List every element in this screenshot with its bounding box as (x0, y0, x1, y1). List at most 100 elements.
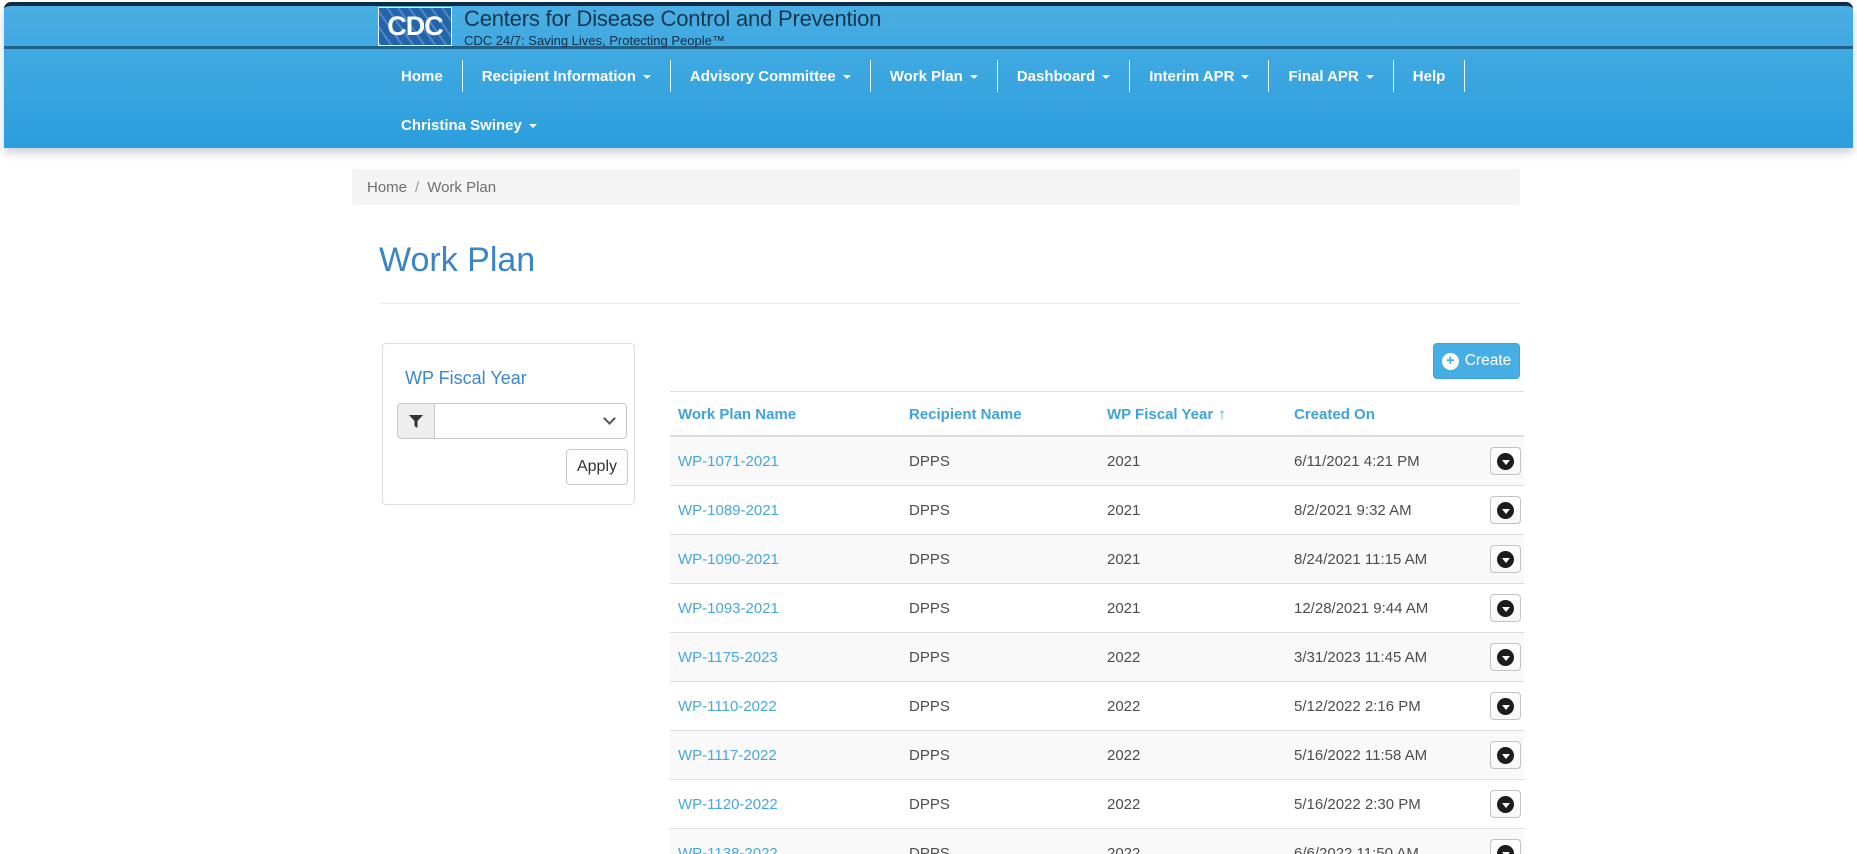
app-header: CDC Centers for Disease Control and Prev… (4, 2, 1853, 148)
cell-actions (1482, 486, 1524, 535)
chevron-down-icon (1102, 75, 1110, 79)
create-button[interactable]: Create (1433, 343, 1520, 379)
work-plan-link[interactable]: WP-1120-2022 (678, 796, 778, 813)
cdc-logo: CDC (378, 7, 452, 46)
cell-created-on: 12/28/2021 9:44 AM (1286, 584, 1482, 633)
row-actions-button[interactable] (1490, 447, 1521, 475)
nav-item-home[interactable]: Home (382, 60, 463, 92)
nav-item-advisory-committee[interactable]: Advisory Committee (671, 60, 871, 92)
masthead-text: Centers for Disease Control and Preventi… (464, 6, 881, 48)
table-row: WP-1120-2022DPPS20225/16/2022 2:30 PM (670, 780, 1524, 829)
chevron-down-icon (970, 75, 978, 79)
nav-item-dashboard[interactable]: Dashboard (998, 60, 1130, 92)
nav-item-label: Home (401, 68, 443, 85)
cell-wp-fiscal-year: 2021 (1099, 436, 1286, 486)
cell-recipient-name: DPPS (901, 633, 1099, 682)
cell-wp-fiscal-year: 2021 (1099, 584, 1286, 633)
column-header-actions (1482, 392, 1524, 437)
work-plan-link[interactable]: WP-1117-2022 (678, 747, 777, 764)
cell-recipient-name: DPPS (901, 780, 1099, 829)
row-actions-button[interactable] (1490, 741, 1521, 769)
row-actions-button[interactable] (1490, 643, 1521, 671)
chevron-down-circle-icon (1497, 747, 1514, 764)
work-plan-link[interactable]: WP-1175-2023 (678, 649, 778, 666)
cell-actions (1482, 436, 1524, 486)
chevron-down-circle-icon (1497, 502, 1514, 519)
cell-work-plan-name: WP-1110-2022 (670, 682, 901, 731)
row-actions-button[interactable] (1490, 496, 1521, 524)
cell-recipient-name: DPPS (901, 731, 1099, 780)
cell-actions (1482, 535, 1524, 584)
chevron-down-icon (643, 75, 651, 79)
row-actions-button[interactable] (1490, 594, 1521, 622)
row-actions-button[interactable] (1490, 790, 1521, 818)
work-plan-table-body: WP-1071-2021DPPS20216/11/2021 4:21 PMWP-… (670, 436, 1524, 854)
cell-created-on: 5/12/2022 2:16 PM (1286, 682, 1482, 731)
chevron-down-circle-icon (1497, 796, 1514, 813)
title-divider (380, 303, 1520, 304)
nav-item-label: Final APR (1288, 68, 1358, 85)
page-title: Work Plan (379, 241, 535, 280)
nav-item-label: Work Plan (890, 68, 963, 85)
nav-item-help[interactable]: Help (1394, 60, 1466, 92)
apply-button[interactable]: Apply (566, 449, 628, 485)
cell-wp-fiscal-year: 2022 (1099, 829, 1286, 854)
cell-wp-fiscal-year: 2022 (1099, 633, 1286, 682)
breadcrumb-home-link[interactable]: Home (367, 179, 407, 196)
chevron-down-circle-icon (1497, 551, 1514, 568)
work-plan-page: CDC Centers for Disease Control and Prev… (0, 0, 1857, 854)
cell-work-plan-name: WP-1117-2022 (670, 731, 901, 780)
nav-item-interim-apr[interactable]: Interim APR (1130, 60, 1269, 92)
user-nav: Christina Swiney (382, 109, 556, 141)
row-actions-button[interactable] (1490, 839, 1521, 854)
table-row: WP-1175-2023 DPPS20223/31/2023 11:45 AM (670, 633, 1524, 682)
chevron-down-circle-icon (1497, 845, 1514, 854)
table-row: WP-1093-2021 DPPS202112/28/2021 9:44 AM (670, 584, 1524, 633)
nav-item-work-plan[interactable]: Work Plan (871, 60, 998, 92)
nav-item-label: Advisory Committee (690, 68, 836, 85)
filter-label: WP Fiscal Year (405, 368, 527, 389)
work-plan-table: Work Plan Name Recipient Name WP Fiscal … (670, 391, 1524, 854)
cell-actions (1482, 633, 1524, 682)
row-actions-button[interactable] (1490, 692, 1521, 720)
nav-item-label: Recipient Information (482, 68, 636, 85)
cell-work-plan-name: WP-1089-2021 (670, 486, 901, 535)
work-plan-link[interactable]: WP-1093-2021 (678, 600, 779, 617)
chevron-down-icon (1241, 75, 1249, 79)
cell-wp-fiscal-year: 2022 (1099, 682, 1286, 731)
chevron-down-icon (843, 75, 851, 79)
chevron-down-circle-icon (1497, 698, 1514, 715)
cdc-logo-text: CDC (387, 11, 443, 42)
fiscal-year-select[interactable] (434, 403, 627, 439)
work-plan-link[interactable]: WP-1138-2022 (678, 845, 778, 854)
agency-tagline: CDC 24/7: Saving Lives, Protecting Peopl… (464, 33, 881, 48)
user-menu[interactable]: Christina Swiney (382, 109, 556, 141)
nav-item-label: Dashboard (1017, 68, 1095, 85)
cell-work-plan-name: WP-1138-2022 (670, 829, 901, 854)
work-plan-link[interactable]: WP-1090-2021 (678, 551, 779, 568)
cell-actions (1482, 584, 1524, 633)
work-plan-link[interactable]: WP-1089-2021 (678, 502, 779, 519)
work-plan-link[interactable]: WP-1110-2022 (678, 698, 777, 715)
row-actions-button[interactable] (1490, 545, 1521, 573)
cell-recipient-name: DPPS (901, 584, 1099, 633)
fiscal-year-filter-group (397, 403, 627, 439)
cell-created-on: 3/31/2023 11:45 AM (1286, 633, 1482, 682)
cell-wp-fiscal-year: 2021 (1099, 486, 1286, 535)
filter-addon (397, 403, 434, 439)
column-header-work-plan-name[interactable]: Work Plan Name (670, 392, 901, 437)
column-header-wp-fiscal-year[interactable]: WP Fiscal Year (1099, 392, 1286, 437)
chevron-down-icon (1366, 75, 1374, 79)
cell-work-plan-name: WP-1120-2022 (670, 780, 901, 829)
chevron-down-circle-icon (1497, 600, 1514, 617)
nav-item-final-apr[interactable]: Final APR (1269, 60, 1393, 92)
nav-item-recipient-information[interactable]: Recipient Information (463, 60, 671, 92)
column-header-recipient-name[interactable]: Recipient Name (901, 392, 1099, 437)
table-row: WP-1071-2021DPPS20216/11/2021 4:21 PM (670, 436, 1524, 486)
column-header-created-on[interactable]: Created On (1286, 392, 1482, 437)
funnel-icon (409, 415, 423, 428)
table-row: WP-1090-2021DPPS20218/24/2021 11:15 AM (670, 535, 1524, 584)
nav-item-label: Interim APR (1149, 68, 1234, 85)
cell-created-on: 8/2/2021 9:32 AM (1286, 486, 1482, 535)
work-plan-link[interactable]: WP-1071-2021 (678, 453, 779, 470)
